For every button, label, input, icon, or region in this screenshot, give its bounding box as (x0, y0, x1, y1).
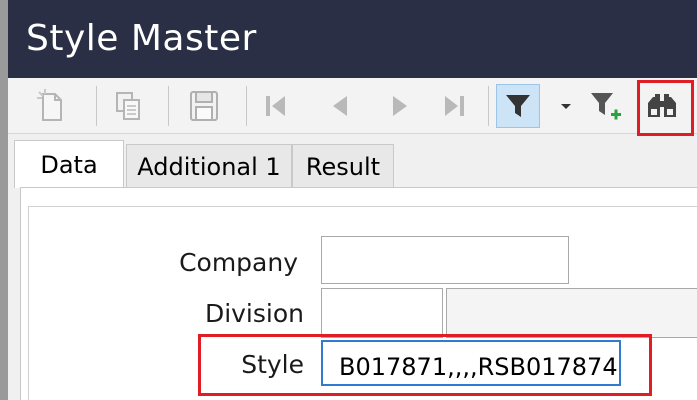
company-label: Company (179, 248, 298, 277)
toolbar-separator (96, 86, 97, 126)
save-icon (190, 91, 218, 121)
tab-result[interactable]: Result (292, 144, 394, 188)
filter-add-icon (591, 93, 621, 120)
dropdown-arrow-icon (561, 104, 571, 109)
filter-options-dropdown[interactable] (556, 84, 576, 128)
toolbar-separator (246, 86, 247, 126)
style-master-window: Style Master Data Additional 1 Result Co… (0, 0, 697, 400)
toolbar-separator (488, 86, 489, 126)
tab-strip: Data Additional 1 Result (8, 136, 697, 188)
filter-button[interactable] (496, 84, 540, 128)
previous-record-icon (333, 96, 347, 116)
division-field[interactable] (321, 288, 443, 338)
previous-record-button[interactable] (320, 84, 360, 128)
next-record-icon (393, 96, 407, 116)
window-title: Style Master (26, 18, 257, 59)
last-record-icon (445, 96, 464, 116)
filter-icon (506, 95, 530, 117)
new-document-icon (37, 89, 62, 121)
copy-icon (116, 92, 140, 120)
first-record-button[interactable] (256, 84, 296, 128)
last-record-button[interactable] (434, 84, 474, 128)
first-record-icon (266, 96, 285, 116)
window-left-border (0, 0, 8, 400)
company-field[interactable] (321, 236, 569, 284)
tab-data[interactable]: Data (14, 140, 124, 188)
add-filter-button[interactable] (586, 84, 626, 128)
next-record-button[interactable] (380, 84, 420, 128)
division-label: Division (204, 299, 304, 328)
save-button[interactable] (184, 84, 224, 128)
style-row-highlight (198, 334, 652, 396)
new-record-button[interactable] (32, 84, 72, 128)
toolbar (8, 78, 697, 134)
title-bar: Style Master (8, 0, 697, 78)
find-button-highlight (637, 80, 694, 136)
copy-record-button[interactable] (108, 84, 148, 128)
tab-additional-1[interactable]: Additional 1 (126, 144, 292, 188)
toolbar-separator (168, 86, 169, 126)
division-description-field (446, 288, 697, 338)
